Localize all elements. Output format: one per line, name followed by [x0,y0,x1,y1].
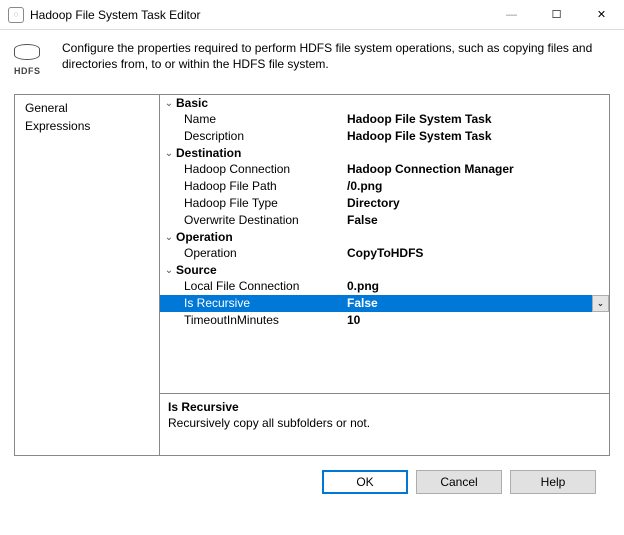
dialog-buttons: OK Cancel Help [14,456,610,494]
title-bar: ◌ Hadoop File System Task Editor — ☐ ✕ [0,0,624,30]
ok-button[interactable]: OK [322,470,408,494]
help-text: Recursively copy all subfolders or not. [168,416,601,430]
property-value[interactable]: 10 [345,312,609,329]
help-name: Is Recursive [168,400,601,414]
nav-item-general[interactable]: General [15,99,159,117]
property-row[interactable]: Hadoop File TypeDirectory [160,195,609,212]
property-row[interactable]: Hadoop ConnectionHadoop Connection Manag… [160,161,609,178]
dropdown-button[interactable]: ⌄ [592,295,609,312]
property-name: Hadoop Connection [160,161,345,178]
maximize-button[interactable]: ☐ [534,0,579,30]
property-grid[interactable]: ⌄BasicNameHadoop File System TaskDescrip… [160,95,609,393]
property-row[interactable]: Overwrite DestinationFalse [160,212,609,229]
property-name: Name [160,111,345,128]
property-row[interactable]: TimeoutInMinutes10 [160,312,609,329]
property-name: Is Recursive [160,295,345,312]
category-label: Destination [176,146,241,160]
chevron-down-icon: ⌄ [162,265,176,276]
nav-sidebar: General Expressions [15,95,160,455]
hdfs-icon: HDFS [14,42,48,76]
category-header[interactable]: ⌄Destination [160,145,609,161]
property-name: Description [160,128,345,145]
property-row[interactable]: DescriptionHadoop File System Task [160,128,609,145]
property-value[interactable]: Hadoop File System Task [345,111,609,128]
window-title: Hadoop File System Task Editor [30,8,201,22]
app-icon: ◌ [8,7,24,23]
property-value[interactable]: False [345,212,609,229]
category-header[interactable]: ⌄Source [160,262,609,278]
minimize-button[interactable]: — [489,0,534,30]
property-name: Local File Connection [160,278,345,295]
category-header[interactable]: ⌄Operation [160,229,609,245]
cancel-button[interactable]: Cancel [416,470,502,494]
property-name: Overwrite Destination [160,212,345,229]
property-row[interactable]: OperationCopyToHDFS [160,245,609,262]
category-label: Source [176,263,217,277]
nav-item-expressions[interactable]: Expressions [15,117,159,135]
category-header[interactable]: ⌄Basic [160,95,609,111]
chevron-down-icon: ⌄ [162,148,176,159]
property-row[interactable]: Is RecursiveFalse⌄ [160,295,609,312]
chevron-down-icon: ⌄ [162,98,176,109]
help-button[interactable]: Help [510,470,596,494]
header: HDFS Configure the properties required t… [0,30,624,84]
category-label: Operation [176,230,233,244]
property-value[interactable]: 0.png [345,278,609,295]
property-name: Hadoop File Path [160,178,345,195]
close-button[interactable]: ✕ [579,0,624,30]
property-value[interactable]: CopyToHDFS [345,245,609,262]
property-value[interactable]: /0.png [345,178,609,195]
help-box: Is Recursive Recursively copy all subfol… [160,393,609,455]
property-value[interactable]: False⌄ [345,295,609,312]
property-row[interactable]: Hadoop File Path/0.png [160,178,609,195]
main-panels: General Expressions ⌄BasicNameHadoop Fil… [14,94,610,456]
header-description: Configure the properties required to per… [62,40,610,72]
property-value[interactable]: Hadoop Connection Manager [345,161,609,178]
category-label: Basic [176,96,208,110]
property-name: TimeoutInMinutes [160,312,345,329]
chevron-down-icon: ⌄ [162,232,176,243]
property-panel: ⌄BasicNameHadoop File System TaskDescrip… [160,95,609,455]
property-name: Hadoop File Type [160,195,345,212]
property-row[interactable]: Local File Connection0.png [160,278,609,295]
property-value[interactable]: Hadoop File System Task [345,128,609,145]
property-value[interactable]: Directory [345,195,609,212]
property-row[interactable]: NameHadoop File System Task [160,111,609,128]
property-name: Operation [160,245,345,262]
